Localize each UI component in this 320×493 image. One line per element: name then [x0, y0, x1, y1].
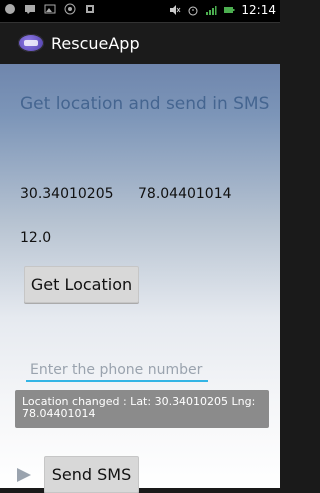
app-icon [18, 34, 44, 52]
longitude-value: 78.04401014 [138, 186, 232, 202]
image-icon [44, 4, 56, 14]
download-icon [86, 5, 94, 13]
alarm-icon [188, 6, 198, 16]
status-left-icons [4, 3, 96, 15]
status-right-icons: 12:14 [169, 3, 276, 17]
notification-icon [5, 4, 15, 14]
send-sms-button[interactable]: Send SMS [44, 456, 139, 493]
battery-icon [224, 7, 235, 13]
action-bar: RescueApp [0, 22, 280, 64]
whatsapp-icon [64, 3, 76, 15]
location-toast: Location changed : Lat: 30.34010205 Lng:… [15, 390, 269, 428]
main-content: Get location and send in SMS 30.34010205… [0, 64, 280, 493]
get-location-button[interactable]: Get Location [24, 266, 139, 303]
signal-icon [206, 6, 217, 15]
accuracy-value: 12.0 [20, 230, 52, 246]
status-time: 12:14 [241, 3, 276, 17]
phone-number-input[interactable]: Enter the phone number [26, 360, 208, 382]
mute-icon [170, 5, 181, 15]
status-bar: 12:14 [0, 0, 280, 22]
latitude-value: 30.34010205 [20, 186, 114, 202]
app-title: RescueApp [51, 34, 140, 53]
page-title: Get location and send in SMS [20, 94, 270, 114]
send-arrow-icon [17, 468, 31, 482]
message-icon [25, 5, 35, 14]
